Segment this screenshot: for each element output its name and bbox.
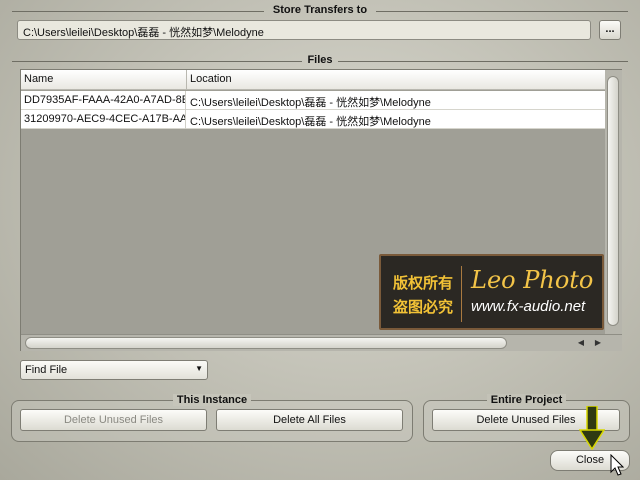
arrow-left-icon[interactable]: ◀ <box>574 337 588 350</box>
entire-project-title: Entire Project <box>486 394 567 406</box>
find-file-selected: Find File <box>25 364 68 376</box>
column-header-location[interactable]: Location <box>187 70 605 90</box>
table-header: Name Location <box>21 70 605 90</box>
watermark-divider <box>461 266 462 322</box>
table-row[interactable]: DD7935AF-FAAA-42A0-A7AD-8E C:\Users\leil… <box>21 91 605 110</box>
browse-button[interactable]: ... <box>599 20 621 40</box>
divider <box>376 11 628 12</box>
store-path-field[interactable]: C:\Users\leilei\Desktop\磊磊 - 恍然如梦\Melody… <box>17 20 591 40</box>
divider <box>338 61 628 62</box>
vertical-scroll-thumb[interactable] <box>607 76 619 326</box>
table-row[interactable]: 31209970-AEC9-4CEC-A17B-AA C:\Users\leil… <box>21 110 605 129</box>
down-arrow-annotation-icon <box>579 406 605 450</box>
delete-all-files-button[interactable]: Delete All Files <box>216 409 403 431</box>
file-name-cell: DD7935AF-FAAA-42A0-A7AD-8E <box>21 91 186 110</box>
horizontal-scroll-thumb[interactable] <box>25 337 507 349</box>
store-transfers-title: Store Transfers to <box>272 4 368 16</box>
vertical-scrollbar[interactable] <box>605 70 622 334</box>
watermark: 版权所有 盗图必究 Leo Photo www.fx-audio.net <box>379 254 604 330</box>
column-header-name[interactable]: Name <box>21 70 187 90</box>
file-location-cell: C:\Users\leilei\Desktop\磊磊 - 恍然如梦\Melody… <box>190 97 431 109</box>
file-location-cell: C:\Users\leilei\Desktop\磊磊 - 恍然如梦\Melody… <box>190 116 431 128</box>
watermark-brand: Leo Photo <box>471 266 594 294</box>
file-name-cell: 31209970-AEC9-4CEC-A17B-AA <box>21 110 186 129</box>
chevron-down-icon: ▼ <box>195 364 203 373</box>
mouse-cursor-icon <box>610 454 624 476</box>
horizontal-scrollbar[interactable]: ◀ ▶ <box>21 334 622 351</box>
watermark-cn-line1: 版权所有 <box>393 275 454 292</box>
watermark-url: www.fx-audio.net <box>471 298 586 315</box>
find-file-dropdown[interactable]: Find File ▼ <box>20 360 208 380</box>
files-title: Files <box>307 54 333 66</box>
watermark-cn-line2: 盗图必究 <box>393 299 454 316</box>
delete-unused-files-instance-button[interactable]: Delete Unused Files <box>20 409 207 431</box>
arrow-right-icon[interactable]: ▶ <box>591 337 605 350</box>
this-instance-title: This Instance <box>172 394 252 406</box>
